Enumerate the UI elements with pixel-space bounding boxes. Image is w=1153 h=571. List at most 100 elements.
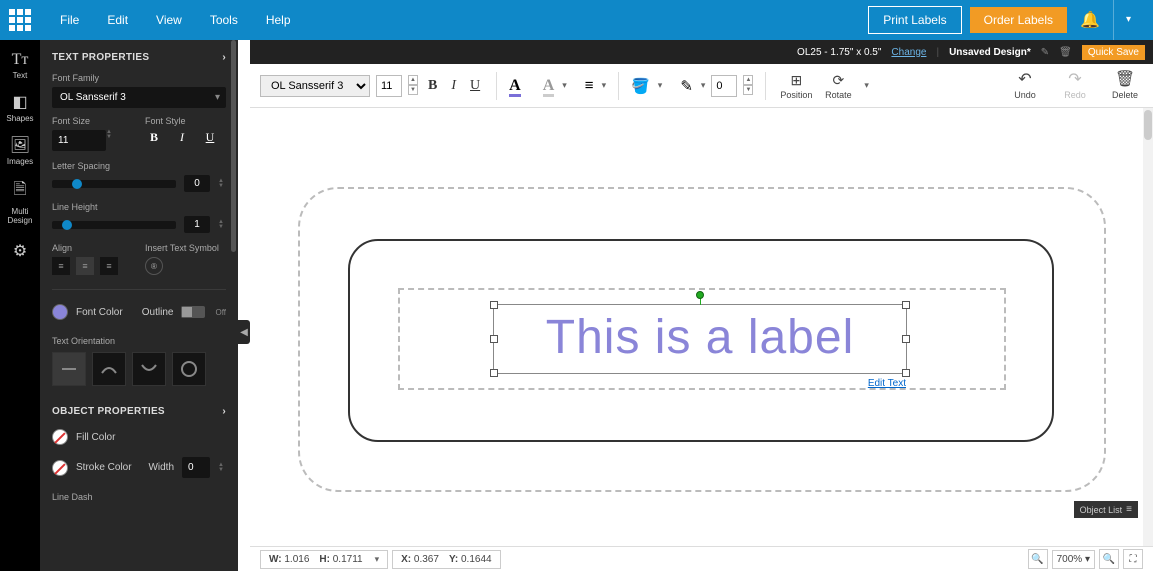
toolbar-fill-dropdown[interactable]: ▾ bbox=[658, 80, 663, 91]
toolbar-font-size[interactable] bbox=[376, 75, 402, 97]
toolbar-align-dropdown[interactable]: ▾ bbox=[602, 80, 607, 91]
stroke-color-swatch[interactable] bbox=[52, 460, 68, 476]
text-content[interactable]: This is a label bbox=[494, 305, 906, 371]
object-properties-header[interactable]: OBJECT PROPERTIES› bbox=[52, 406, 226, 417]
menu-view[interactable]: View bbox=[156, 13, 182, 27]
toolbar-undo[interactable]: ↶Undo bbox=[1007, 72, 1043, 100]
tools-sidebar: TᴛText ◧Shapes 🖼Images 🗎Multi Design ⚙ bbox=[0, 40, 40, 571]
letter-spacing-stepper[interactable]: ▲▼ bbox=[218, 179, 226, 189]
size-readout[interactable]: W: 1.016 H: 0.1711 ▾ bbox=[260, 550, 388, 569]
design-name: Unsaved Design* bbox=[949, 47, 1031, 58]
gear-icon: ⚙ bbox=[13, 243, 27, 260]
orient-arc-down[interactable] bbox=[132, 352, 166, 386]
font-size-input[interactable] bbox=[52, 130, 106, 151]
letter-spacing-label: Letter Spacing bbox=[52, 161, 226, 171]
editor-area: OL25 - 1.75" x 0.5" Change | Unsaved Des… bbox=[250, 40, 1153, 571]
print-labels-button[interactable]: Print Labels bbox=[868, 6, 961, 34]
quick-save-button[interactable]: Quick Save bbox=[1082, 45, 1145, 60]
font-family-select[interactable]: OL Sansserif 3 bbox=[52, 87, 226, 108]
insert-symbol-button[interactable]: ® bbox=[145, 257, 163, 275]
toolbar-font-color[interactable]: A bbox=[509, 77, 521, 95]
canvas[interactable]: This is a label Edit Text Object List≡ bbox=[250, 108, 1153, 546]
resize-handle-ml[interactable] bbox=[490, 335, 498, 343]
edit-name-icon[interactable]: ✎ bbox=[1041, 47, 1049, 58]
text-properties-header[interactable]: TEXT PROPERTIES› bbox=[52, 52, 226, 63]
edit-text-link[interactable]: Edit Text bbox=[868, 378, 906, 389]
toolbar-rotate-dropdown[interactable]: ▾ bbox=[864, 80, 869, 91]
shapes-icon: ◧ bbox=[0, 92, 40, 112]
change-product-link[interactable]: Change bbox=[891, 47, 926, 58]
resize-handle-tl[interactable] bbox=[490, 301, 498, 309]
panel-scrollbar[interactable] bbox=[231, 40, 236, 252]
zoom-fit-button[interactable]: ⛶ bbox=[1123, 549, 1143, 569]
tool-shapes[interactable]: ◧Shapes bbox=[0, 86, 40, 129]
resize-handle-tr[interactable] bbox=[902, 301, 910, 309]
toolbar-underline[interactable]: U bbox=[466, 74, 484, 98]
toolbar-outline-color[interactable]: A bbox=[543, 77, 555, 95]
font-size-stepper[interactable]: ▲▼ bbox=[106, 130, 114, 151]
orient-straight[interactable] bbox=[52, 352, 86, 386]
toolbar-font-size-stepper[interactable]: ▲▼ bbox=[408, 75, 418, 97]
delete-design-icon[interactable]: 🗑 bbox=[1059, 47, 1072, 58]
toolbar-italic[interactable]: I bbox=[447, 74, 460, 98]
object-list-button[interactable]: Object List≡ bbox=[1074, 501, 1138, 518]
toolbar-stroke-width[interactable] bbox=[711, 75, 737, 97]
line-height-stepper[interactable]: ▲▼ bbox=[218, 220, 226, 230]
align-left-button[interactable]: ≡ bbox=[52, 257, 70, 275]
outline-toggle[interactable] bbox=[181, 306, 205, 318]
toolbar-stroke-dropdown[interactable]: ▾ bbox=[701, 80, 706, 91]
orient-circle[interactable] bbox=[172, 352, 206, 386]
tool-settings[interactable]: ⚙ bbox=[0, 235, 40, 267]
toolbar-font-family[interactable]: OL Sansserif 3 bbox=[260, 75, 370, 97]
chevron-right-icon: › bbox=[222, 406, 226, 417]
toolbar-rotate[interactable]: ⟳Rotate bbox=[820, 72, 856, 100]
resize-handle-bl[interactable] bbox=[490, 369, 498, 377]
line-height-slider[interactable] bbox=[52, 221, 176, 229]
stroke-width-stepper[interactable]: ▲▼ bbox=[218, 463, 226, 473]
zoom-level-select[interactable]: 700% ▾ bbox=[1052, 550, 1095, 569]
notifications-icon[interactable]: 🔔 bbox=[1075, 10, 1105, 30]
tool-images[interactable]: 🖼Images bbox=[0, 129, 40, 172]
zoom-in-button[interactable]: 🔍 bbox=[1099, 549, 1119, 569]
tool-text[interactable]: TᴛText bbox=[0, 45, 40, 86]
menu-tools[interactable]: Tools bbox=[210, 13, 238, 27]
stroke-width-input[interactable] bbox=[182, 457, 210, 478]
toolbar-fill-icon[interactable]: 🪣 bbox=[631, 77, 650, 95]
menu-edit[interactable]: Edit bbox=[107, 13, 128, 27]
position-readout[interactable]: X: 0.367 Y: 0.1644 bbox=[392, 550, 500, 569]
align-right-button[interactable]: ≡ bbox=[100, 257, 118, 275]
text-object[interactable]: This is a label Edit Text bbox=[493, 304, 907, 374]
menu-help[interactable]: Help bbox=[266, 13, 291, 27]
rotate-handle[interactable] bbox=[696, 291, 704, 299]
toolbar-delete[interactable]: 🗑Delete bbox=[1107, 72, 1143, 100]
resize-handle-mr[interactable] bbox=[902, 335, 910, 343]
outline-label: Outline bbox=[142, 307, 174, 318]
account-dropdown[interactable]: ▾ bbox=[1113, 0, 1143, 40]
line-height-value[interactable]: 1 bbox=[184, 216, 210, 233]
order-labels-button[interactable]: Order Labels bbox=[970, 7, 1067, 33]
resize-handle-br[interactable] bbox=[902, 369, 910, 377]
toolbar-outline-dropdown[interactable]: ▾ bbox=[562, 80, 567, 91]
toolbar-redo[interactable]: ↷Redo bbox=[1057, 72, 1093, 100]
letter-spacing-slider[interactable] bbox=[52, 180, 176, 188]
toolbar-bold[interactable]: B bbox=[424, 74, 441, 98]
toolbar-position[interactable]: ⊞Position bbox=[778, 72, 814, 100]
orient-arc-up[interactable] bbox=[92, 352, 126, 386]
menu-file[interactable]: File bbox=[60, 13, 79, 27]
toolbar-align-icon[interactable]: ≡ bbox=[585, 77, 594, 94]
letter-spacing-value[interactable]: 0 bbox=[184, 175, 210, 192]
zoom-out-button[interactable]: 🔍 bbox=[1028, 549, 1048, 569]
canvas-vertical-scrollbar[interactable] bbox=[1143, 108, 1153, 546]
fill-color-swatch[interactable] bbox=[52, 429, 68, 445]
toolbar-stroke-width-stepper[interactable]: ▲▼ bbox=[743, 75, 753, 97]
underline-button[interactable]: U bbox=[201, 130, 219, 145]
toolbar-stroke-icon[interactable]: ✎ bbox=[680, 77, 693, 95]
redo-icon: ↷ bbox=[1068, 72, 1081, 88]
bold-button[interactable]: B bbox=[145, 130, 163, 145]
panel-collapse-button[interactable]: ◀ bbox=[238, 320, 250, 344]
align-center-button[interactable]: ≡ bbox=[76, 257, 94, 275]
app-logo[interactable] bbox=[0, 0, 40, 40]
tool-multi-design[interactable]: 🗎Multi Design bbox=[0, 172, 40, 231]
italic-button[interactable]: I bbox=[173, 130, 191, 145]
font-color-swatch[interactable] bbox=[52, 304, 68, 320]
